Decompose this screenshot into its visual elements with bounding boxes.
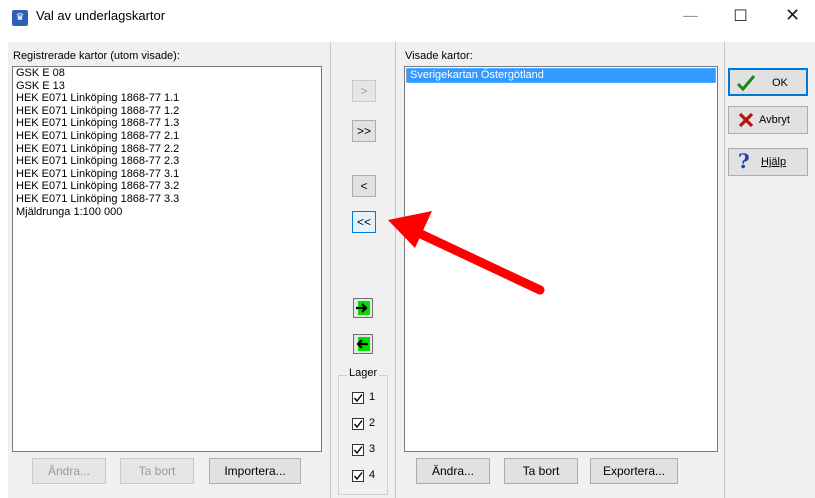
annotation-arrow-shaft [403, 223, 545, 295]
annotation-arrow-head [388, 211, 432, 248]
annotation-arrow [388, 211, 545, 295]
